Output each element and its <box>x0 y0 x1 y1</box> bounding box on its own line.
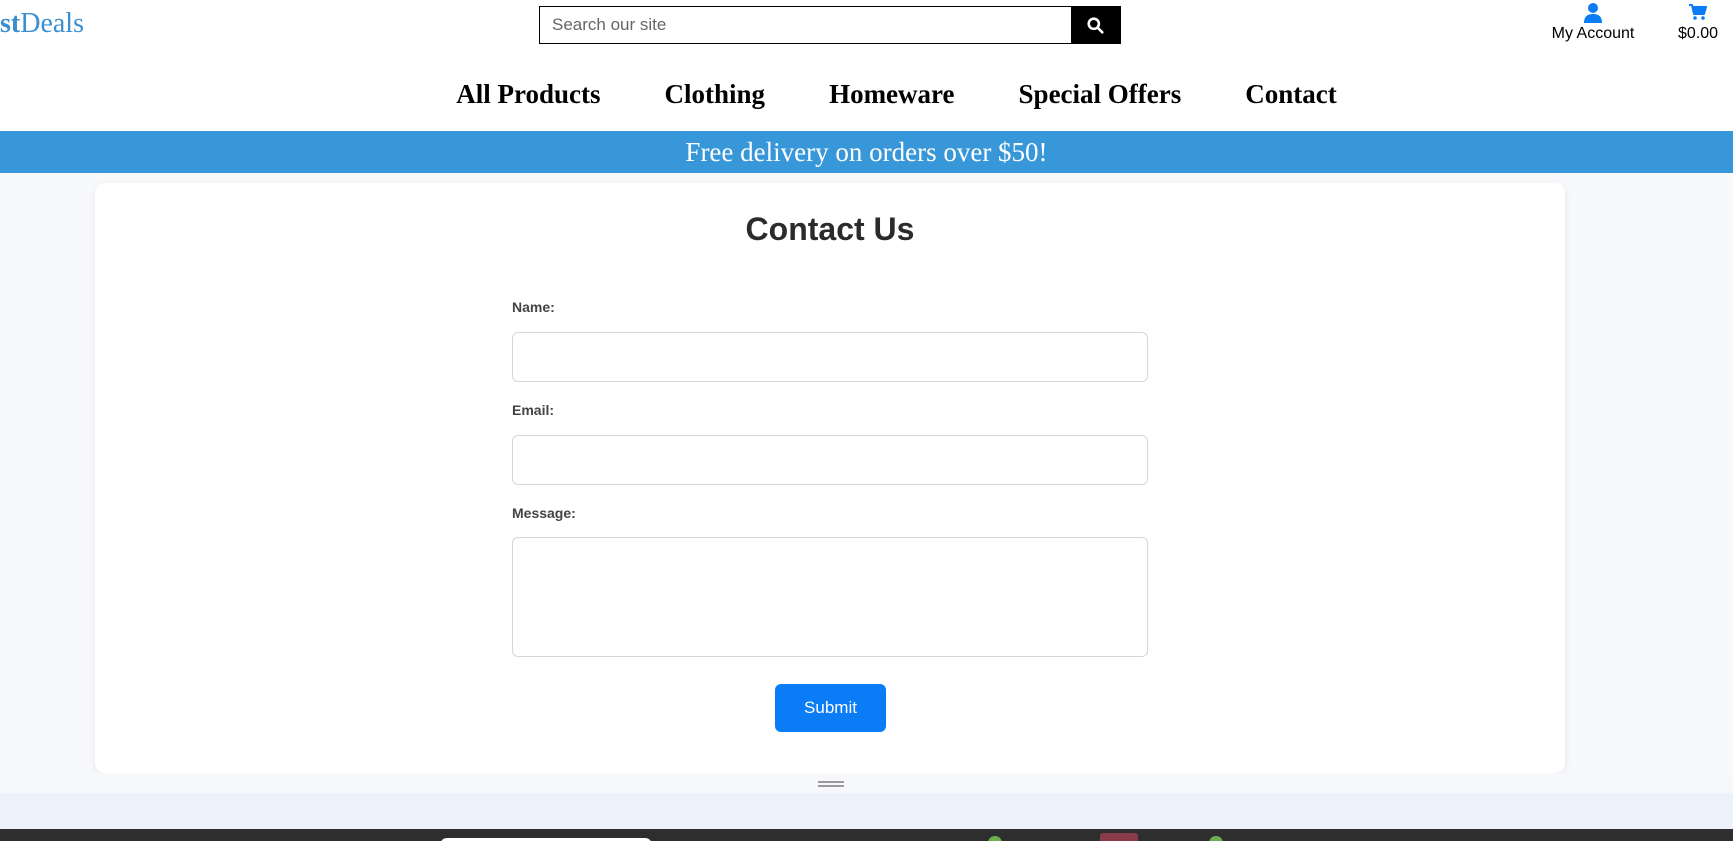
resize-handle-bar <box>0 773 1733 793</box>
drag-handle-icon[interactable] <box>818 781 844 787</box>
my-account-label: My Account <box>1551 25 1635 42</box>
message-label: Message: <box>512 505 576 521</box>
search-input[interactable] <box>540 7 1071 43</box>
cart-total: $0.00 <box>1677 25 1719 42</box>
site-logo[interactable]: stDeals <box>0 8 84 40</box>
name-label: Name: <box>512 299 555 315</box>
cart-link[interactable]: $0.00 <box>1670 0 1726 43</box>
nav-item-clothing[interactable]: Clothing <box>665 72 766 116</box>
user-icon <box>1584 3 1602 23</box>
search-button[interactable] <box>1071 7 1120 43</box>
page-title: Contact Us <box>745 211 915 247</box>
nav-item-homeware[interactable]: Homeware <box>829 72 954 116</box>
taskbar <box>0 829 1733 841</box>
my-account-link[interactable]: My Account <box>1545 0 1641 43</box>
taskbar-app-icon[interactable] <box>1209 836 1223 841</box>
promo-banner: Free delivery on orders over $50! <box>0 131 1733 173</box>
email-label: Email: <box>512 402 555 418</box>
site-header: stDeals My Account $0.00 All Products Cl… <box>0 0 1733 131</box>
submit-button[interactable]: Submit <box>775 684 886 732</box>
contact-card: Contact Us Name: Email: Message: Submit <box>95 183 1565 773</box>
name-field[interactable] <box>512 332 1148 382</box>
logo-bold-part: st <box>0 8 21 39</box>
taskbar-app-icon[interactable] <box>988 836 1002 841</box>
nav-item-special-offers[interactable]: Special Offers <box>1019 72 1182 116</box>
main-nav: All Products Clothing Homeware Special O… <box>0 72 1733 116</box>
logo-regular-part: Deals <box>20 8 84 39</box>
search-bar <box>539 6 1121 44</box>
lower-panel <box>0 793 1733 829</box>
email-field[interactable] <box>512 435 1148 485</box>
shopping-cart-icon <box>1689 4 1707 20</box>
search-icon <box>1087 16 1104 34</box>
taskbar-app-icon[interactable] <box>1100 833 1138 841</box>
nav-item-all-products[interactable]: All Products <box>456 72 600 116</box>
message-field[interactable] <box>512 537 1148 657</box>
nav-item-contact[interactable]: Contact <box>1245 72 1336 116</box>
